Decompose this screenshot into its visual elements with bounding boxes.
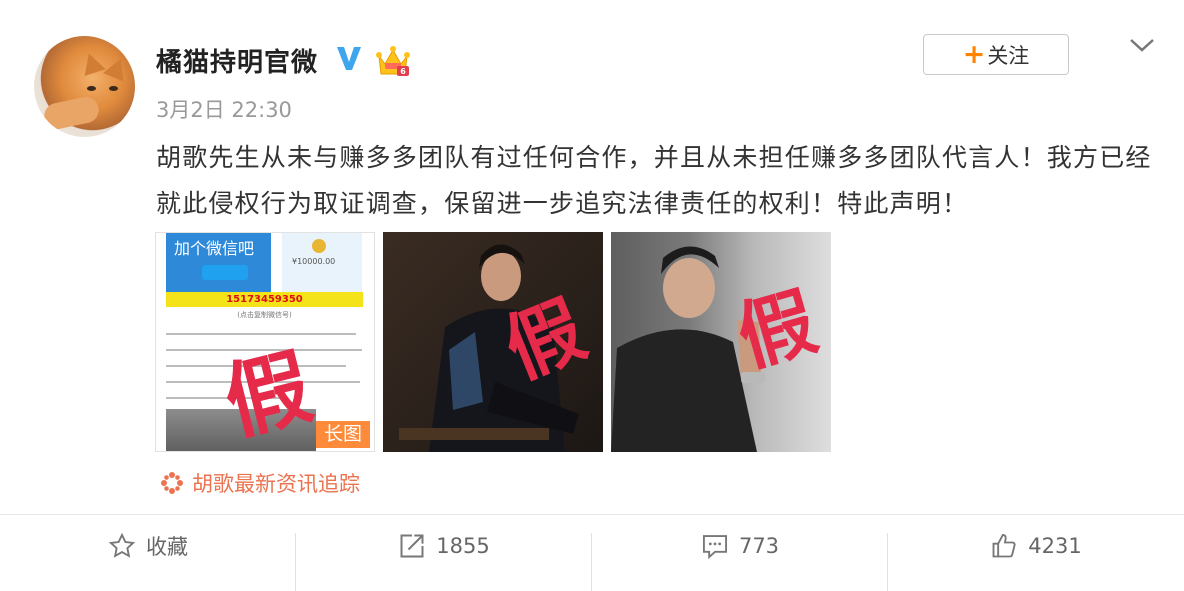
phone-mockup: ¥10000.00 — [282, 233, 362, 295]
repost-count: 1855 — [436, 534, 490, 558]
verified-v-icon — [337, 47, 361, 70]
wechat-banner: 加个微信吧 — [166, 233, 271, 295]
post-image-3[interactable]: 假 — [611, 232, 831, 452]
wechat-headline: 加个微信吧 — [174, 239, 255, 258]
topic-link[interactable]: 胡歌最新资讯追踪 — [160, 468, 360, 498]
post-image-1[interactable]: 加个微信吧 ¥10000.00 15173459350 (点击复制微信号) 假 … — [155, 232, 375, 452]
post-image-2[interactable]: 假 — [383, 232, 603, 452]
favorite-label: 收藏 — [146, 535, 188, 559]
comment-count: 773 — [738, 534, 780, 558]
text-line — [166, 333, 356, 335]
action-bar: 收藏 1855 773 4231 — [0, 515, 1184, 591]
star-icon — [108, 532, 136, 558]
repost-button[interactable]: 1855 — [296, 515, 592, 591]
like-button[interactable]: 4231 — [888, 515, 1184, 577]
post-text: 胡歌先生从未与赚多多团队有过任何合作，并且从未担任赚多多团队代言人！我方已经就此… — [156, 143, 1152, 218]
user-avatar[interactable] — [34, 36, 135, 137]
comment-icon — [702, 535, 727, 560]
cat-eye — [109, 86, 118, 91]
vip-crown-icon: 6 — [376, 46, 410, 76]
coin-icon — [312, 239, 326, 253]
thumbs-up-icon — [992, 533, 1016, 558]
post-timestamp[interactable]: 3月2日 22:30 — [156, 94, 292, 124]
cat-paw — [41, 94, 102, 132]
cat-ear — [103, 54, 131, 82]
svg-text:6: 6 — [400, 67, 406, 76]
repost-icon — [400, 534, 424, 558]
phone-number: 15173459350 — [226, 294, 303, 305]
cat-ear — [78, 50, 106, 76]
comment-button[interactable]: 773 — [592, 515, 888, 591]
follow-label: 关注 — [987, 43, 1030, 68]
chevron-down-icon[interactable] — [1128, 36, 1156, 54]
topic-label: 胡歌最新资讯追踪 — [192, 472, 360, 496]
follow-button[interactable]: + 关注 — [923, 34, 1069, 75]
amount-text: ¥10000.00 — [292, 257, 336, 266]
copy-hint: (点击复制微信号) — [237, 311, 292, 319]
cat-eye — [87, 86, 96, 91]
username[interactable]: 橘猫持明官微 — [156, 42, 318, 79]
plus-icon: + — [962, 39, 986, 70]
long-image-badge: 长图 — [315, 421, 370, 448]
topic-flower-icon — [161, 472, 183, 494]
banner-button-graphic — [202, 265, 248, 280]
favorite-button[interactable]: 收藏 — [0, 515, 296, 591]
like-count: 4231 — [1028, 534, 1082, 558]
